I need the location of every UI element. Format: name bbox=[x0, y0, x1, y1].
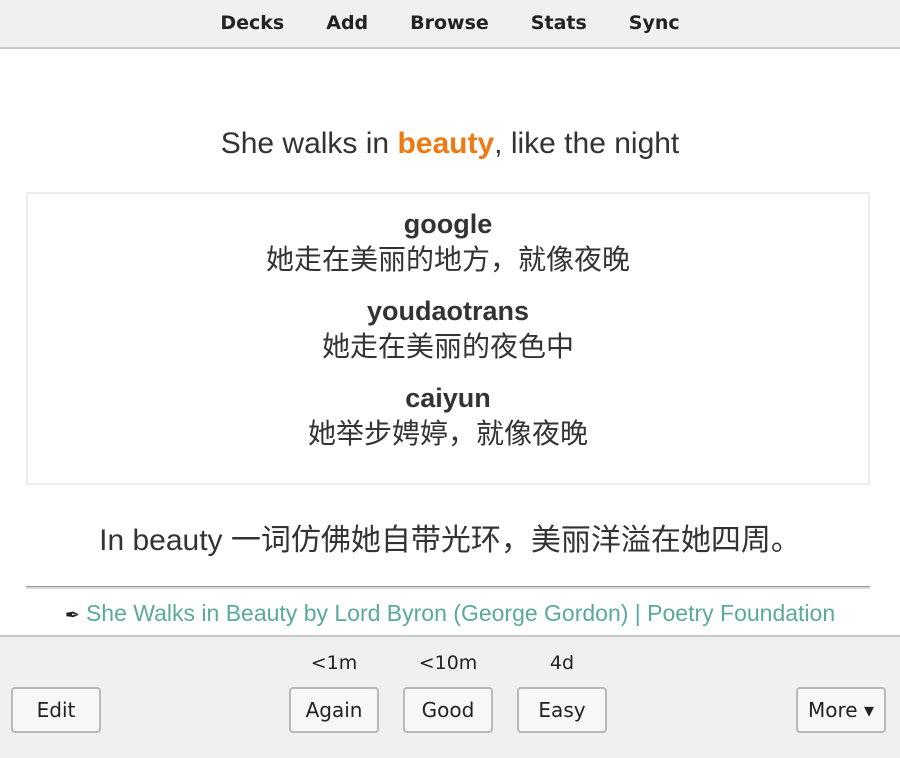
card-front-sentence: She walks in beauty, like the night bbox=[0, 127, 900, 161]
again-button[interactable]: Again bbox=[289, 687, 379, 733]
answer-bar: Edit <1m Again <10m Good 4d Easy More ▾ bbox=[0, 635, 900, 758]
toolbar-sync[interactable]: Sync bbox=[608, 0, 701, 48]
again-due-time: <1m bbox=[310, 652, 358, 674]
divider bbox=[26, 586, 870, 589]
front-text-before: She walks in bbox=[220, 127, 398, 160]
translation-item: google 她走在美丽的地方，就像夜晚 bbox=[28, 208, 868, 295]
front-highlight-word: beauty bbox=[397, 127, 495, 160]
card-view: She walks in beauty, like the night goog… bbox=[0, 49, 900, 635]
good-due-time: <10m bbox=[418, 652, 478, 674]
easy-button[interactable]: Easy bbox=[517, 687, 607, 733]
translation-item: youdaotrans 她走在美丽的夜色中 bbox=[28, 295, 868, 382]
good-button[interactable]: Good bbox=[403, 687, 493, 733]
translations-box: google 她走在美丽的地方，就像夜晚 youdaotrans 她走在美丽的夜… bbox=[26, 192, 870, 485]
source-line: ✒ She Walks in Beauty by Lord Byron (Geor… bbox=[0, 600, 900, 627]
front-text-after: , like the night bbox=[494, 127, 680, 160]
quill-icon: ✒ bbox=[64, 605, 80, 625]
translation-item: caiyun 她举步娉婷，就像夜晚 bbox=[28, 382, 868, 469]
translation-engine: caiyun bbox=[405, 383, 491, 413]
toolbar-stats[interactable]: Stats bbox=[510, 0, 608, 48]
translation-text: 她走在美丽的地方，就像夜晚 bbox=[265, 243, 630, 276]
source-link[interactable]: She Walks in Beauty by Lord Byron (Georg… bbox=[86, 600, 835, 626]
translation-engine: youdaotrans bbox=[366, 296, 530, 326]
card-note: In beauty 一词仿佛她自带光环，美丽洋溢在她四周。 bbox=[99, 524, 801, 557]
easy-due-time: 4d bbox=[549, 652, 575, 674]
edit-button[interactable]: Edit bbox=[11, 687, 101, 733]
translation-text: 她走在美丽的夜色中 bbox=[321, 330, 574, 363]
translation-engine: google bbox=[403, 209, 493, 239]
toolbar-decks[interactable]: Decks bbox=[199, 0, 305, 48]
more-button[interactable]: More ▾ bbox=[796, 687, 886, 733]
translation-text: 她举步娉婷，就像夜晚 bbox=[307, 417, 588, 450]
toolbar-add[interactable]: Add bbox=[305, 0, 389, 48]
top-toolbar: Decks Add Browse Stats Sync bbox=[0, 0, 900, 49]
toolbar-browse[interactable]: Browse bbox=[389, 0, 510, 48]
